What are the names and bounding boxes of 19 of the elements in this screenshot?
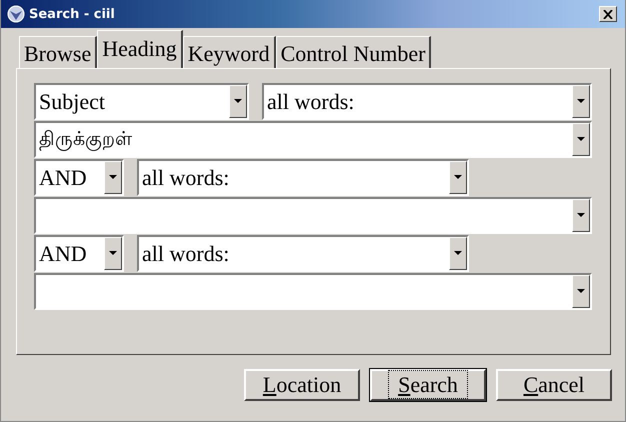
- match-dropdown[interactable]: all words:: [262, 83, 592, 120]
- term-field[interactable]: [34, 197, 592, 234]
- match-dropdown[interactable]: all words:: [137, 159, 469, 196]
- tab[interactable]: Heading: [97, 30, 183, 68]
- tab[interactable]: Control Number: [276, 36, 432, 68]
- term-field[interactable]: [34, 273, 592, 310]
- app-icon: [7, 5, 25, 23]
- field-dropdown[interactable]: Subject: [34, 83, 249, 120]
- dialog-button[interactable]: Search: [370, 369, 486, 401]
- operator-dropdown[interactable]: AND: [34, 159, 124, 196]
- window-title: Search - ciil: [29, 6, 116, 22]
- close-icon[interactable]: [599, 6, 617, 22]
- tab[interactable]: Keyword: [182, 36, 276, 68]
- dialog-button[interactable]: Cancel: [496, 369, 612, 401]
- match-dropdown[interactable]: all words:: [137, 235, 469, 272]
- operator-dropdown[interactable]: AND: [34, 235, 124, 272]
- tab[interactable]: Browse: [19, 36, 98, 68]
- dialog-button[interactable]: Location: [244, 369, 360, 401]
- term-field[interactable]: திருக்குறள்: [34, 121, 592, 158]
